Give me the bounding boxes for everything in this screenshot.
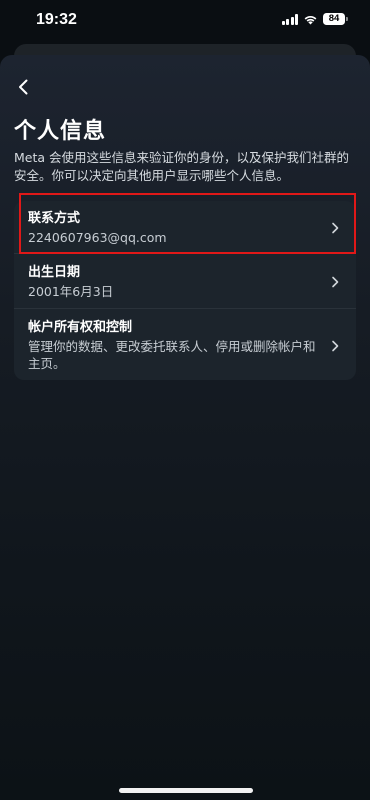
contact-info-item[interactable]: 联系方式 2240607963@qq.com — [14, 201, 356, 253]
birthday-title: 出生日期 — [28, 265, 81, 280]
status-bar: 19:32 84 — [0, 0, 370, 44]
back-button[interactable] — [10, 75, 38, 103]
cellular-signal-icon — [281, 13, 298, 25]
info-card: 联系方式 2240607963@qq.com 出生日期 2001年6月3日 帐户… — [14, 201, 356, 380]
birthday-item[interactable]: 出生日期 2001年6月3日 — [14, 253, 356, 308]
personal-info-sheet: 个人信息 Meta 会使用这些信息来验证你的身份，以及保护我们社群的安全。你可以… — [0, 55, 370, 800]
home-indicator[interactable] — [119, 788, 253, 793]
battery-icon: 84 — [323, 13, 348, 25]
chevron-right-icon — [328, 220, 342, 234]
account-ownership-item[interactable]: 帐户所有权和控制 管理你的数据、更改委托联系人、停用或删除帐户和主页。 — [14, 308, 356, 380]
account-ownership-description: 管理你的数据、更改委托联系人、停用或删除帐户和主页。 — [28, 339, 316, 371]
status-icons: 84 — [281, 13, 348, 25]
account-ownership-title: 帐户所有权和控制 — [28, 320, 133, 335]
chevron-left-icon — [17, 79, 31, 99]
chevron-right-icon — [328, 338, 342, 352]
status-time: 19:32 — [36, 11, 77, 28]
page-description: Meta 会使用这些信息来验证你的身份，以及保护我们社群的安全。你可以决定向其他… — [14, 150, 350, 183]
contact-info-title: 联系方式 — [28, 211, 81, 226]
page-title: 个人信息 — [14, 119, 107, 144]
birthday-value: 2001年6月3日 — [28, 284, 114, 299]
contact-info-value: 2240607963@qq.com — [28, 230, 167, 245]
battery-level: 84 — [323, 13, 345, 25]
wifi-icon — [303, 14, 318, 25]
chevron-right-icon — [328, 274, 342, 288]
